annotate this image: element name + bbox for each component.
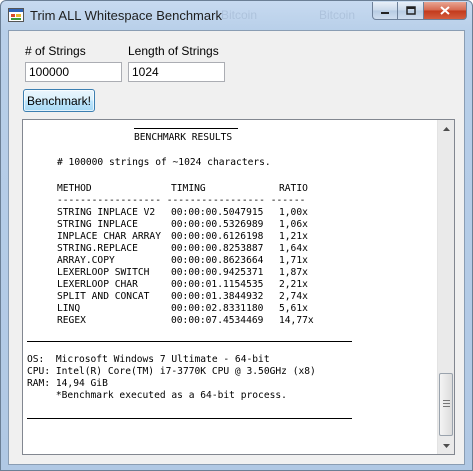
row-timing: 00:00:00.9425371 — [171, 267, 264, 278]
row-method: SPLIT AND CONCAT — [57, 291, 150, 302]
minimize-icon — [381, 11, 389, 14]
system-note-line: *Benchmark executed as a 64-bit process. — [27, 390, 287, 401]
system-info-bottom-rule — [27, 418, 352, 419]
app-window-icon — [8, 8, 24, 22]
row-method: INPLACE CHAR ARRAY — [57, 231, 161, 242]
row-ratio: 1,87x — [279, 267, 308, 278]
column-header-timing: TIMING — [171, 183, 206, 194]
scroll-thumb[interactable] — [439, 373, 453, 436]
scroll-up-button[interactable] — [438, 120, 454, 137]
row-timing: 00:00:00.5326989 — [171, 219, 264, 230]
row-method: REGEX — [57, 315, 86, 326]
row-ratio: 2,74x — [279, 291, 308, 302]
maximize-icon — [405, 6, 416, 15]
form-client-area: # of Strings Length of Strings Benchmark… — [8, 30, 465, 465]
heading-overline — [134, 128, 238, 129]
row-timing: 00:00:00.5047915 — [171, 207, 264, 218]
results-textbox[interactable]: BENCHMARK RESULTS # 100000 strings of ~1… — [22, 119, 455, 455]
row-method: ARRAY.COPY — [57, 255, 115, 266]
row-method: LEXERLOOP CHAR — [57, 279, 138, 290]
row-method: STRING INPLACE — [57, 219, 138, 230]
row-method: STRING INPLACE V2 — [57, 207, 156, 218]
row-ratio: 1,00x — [279, 207, 308, 218]
scroll-up-arrow-icon — [442, 126, 450, 131]
row-ratio: 1,21x — [279, 231, 308, 242]
row-timing: 00:00:07.4534469 — [171, 315, 264, 326]
close-icon — [440, 6, 450, 15]
results-text: BENCHMARK RESULTS # 100000 strings of ~1… — [23, 120, 436, 454]
results-heading: BENCHMARK RESULTS — [134, 132, 233, 143]
title-bar[interactable]: Trim ALL Whitespace Benchmark Bitcoin Bi… — [1, 1, 472, 29]
system-info-top-rule — [27, 341, 352, 342]
thumb-grip-line — [443, 406, 450, 407]
num-strings-input[interactable] — [25, 62, 122, 82]
scroll-down-button[interactable] — [438, 437, 454, 454]
length-of-strings-input[interactable] — [128, 62, 225, 82]
column-header-method: METHOD — [57, 183, 92, 194]
column-header-ratio: RATIO — [279, 183, 308, 194]
row-ratio: 1,06x — [279, 219, 308, 230]
system-ram-line: RAM: 14,94 GiB — [27, 378, 108, 389]
row-method: LINQ — [57, 303, 81, 314]
row-timing: 00:00:01.1154535 — [171, 279, 264, 290]
num-strings-label: # of Strings — [25, 44, 86, 58]
system-cpu-line: CPU: Intel(R) Core(TM) i7-3770K CPU @ 3.… — [27, 366, 316, 377]
row-ratio: 1,71x — [279, 255, 308, 266]
row-method: LEXERLOOP SWITCH — [57, 267, 150, 278]
window-title: Trim ALL Whitespace Benchmark — [30, 8, 222, 23]
app-window: Trim ALL Whitespace Benchmark Bitcoin Bi… — [0, 0, 473, 471]
benchmark-button[interactable]: Benchmark! — [23, 89, 95, 112]
row-method: STRING.REPLACE — [57, 243, 138, 254]
row-timing: 00:00:00.8623664 — [171, 255, 264, 266]
vertical-scrollbar[interactable] — [437, 120, 454, 454]
thumb-grip-line — [443, 400, 450, 401]
length-of-strings-label: Length of Strings — [128, 44, 219, 58]
system-os-line: OS: Microsoft Windows 7 Ultimate - 64-bi… — [27, 354, 270, 365]
row-timing: 00:00:00.8253887 — [171, 243, 264, 254]
background-window-text: Bitcoin — [221, 8, 258, 22]
row-ratio: 1,64x — [279, 243, 308, 254]
row-ratio: 5,61x — [279, 303, 308, 314]
minimize-button[interactable] — [372, 2, 398, 20]
column-separator: ------------------ ----------------- ---… — [57, 195, 306, 206]
thumb-grip-line — [443, 403, 450, 404]
row-timing: 00:00:01.3844932 — [171, 291, 264, 302]
row-timing: 00:00:02.8331180 — [171, 303, 264, 314]
scroll-down-arrow-icon — [442, 443, 450, 448]
background-window-text: Bitcoin — [319, 8, 356, 22]
maximize-button[interactable] — [398, 2, 424, 20]
row-ratio: 2,21x — [279, 279, 308, 290]
row-ratio: 14,77x — [279, 315, 314, 326]
row-timing: 00:00:00.6126198 — [171, 231, 264, 242]
close-button[interactable] — [424, 2, 467, 20]
results-summary: # 100000 strings of ~1024 characters. — [57, 157, 271, 168]
